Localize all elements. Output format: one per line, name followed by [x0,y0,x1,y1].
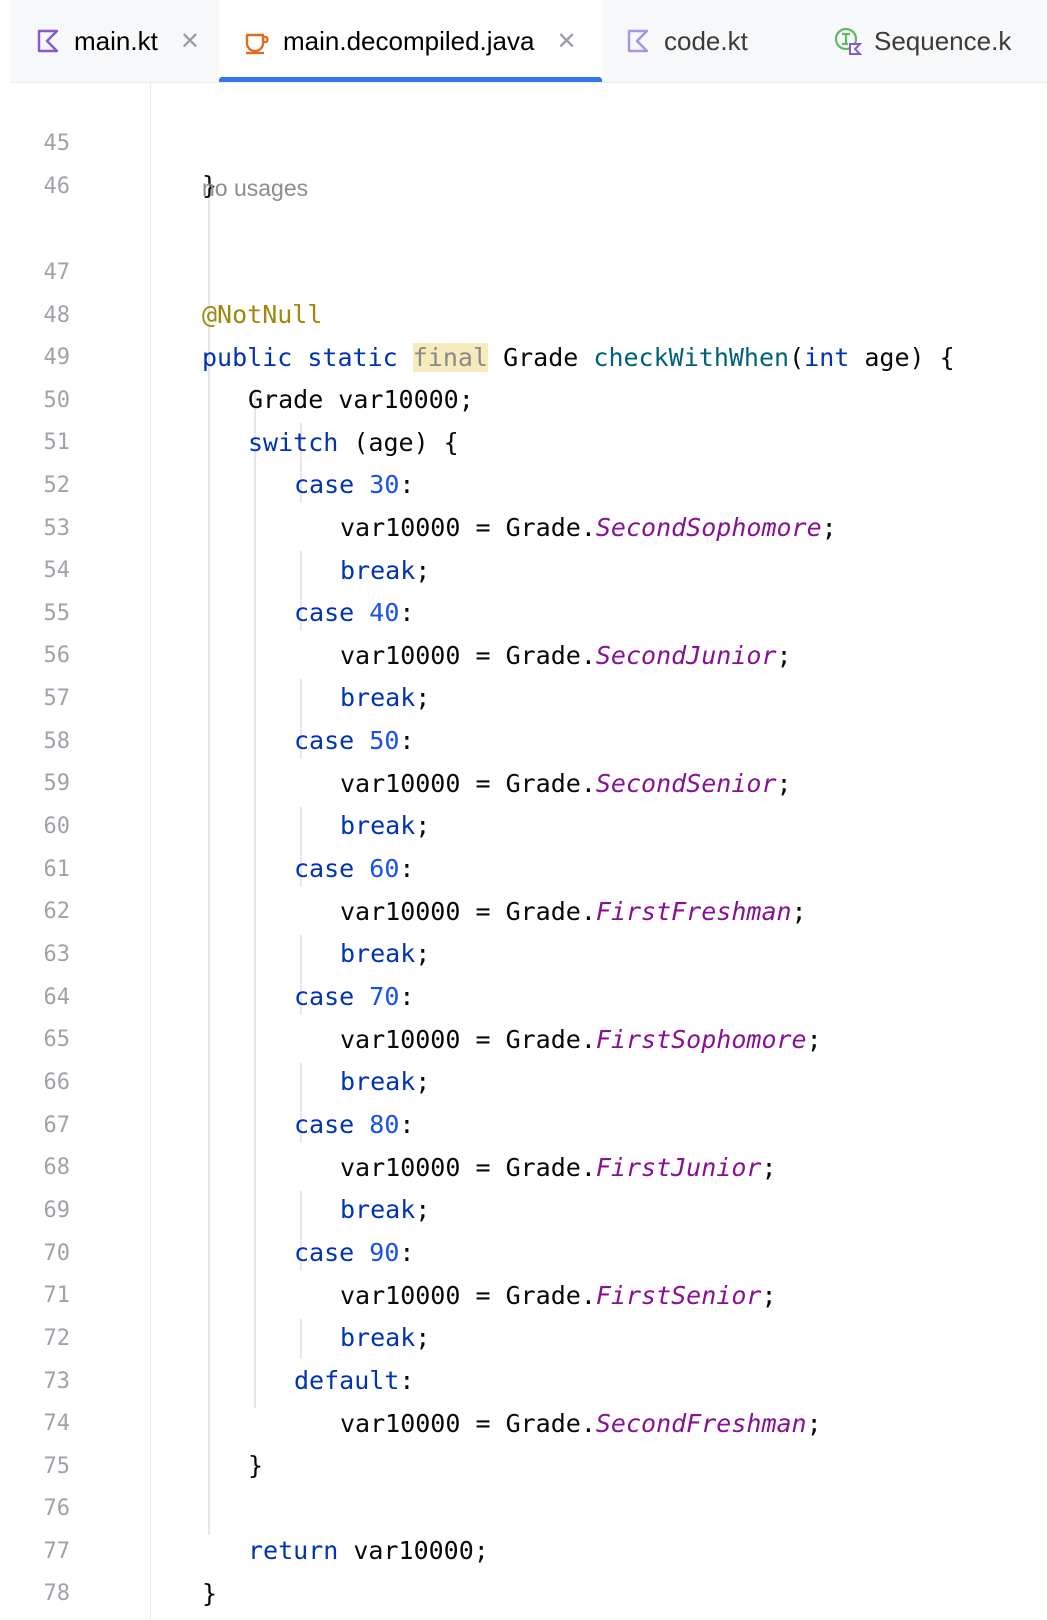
tab-main-decompiled-java[interactable]: main.decompiled.java ✕ [219,0,602,82]
code-line: 52 var10000 = Grade.SecondSophomore; [10,423,1047,542]
editor-tab-bar: main.kt ✕ main.decompiled.java ✕ code.kt [10,0,1047,83]
code-line: 65 break; [10,977,1047,1096]
tab-label: main.decompiled.java [283,25,535,56]
code-line: 45 } [10,81,1047,200]
code-line: 50 switch (age) { [10,338,1047,457]
code-line: 74 } [10,1361,1047,1480]
code-line: 60 case 60: [10,764,1047,883]
code-line: 70 var10000 = Grade.FirstSenior; [10,1191,1047,1310]
close-icon[interactable]: ✕ [556,27,576,56]
tab-label: main.kt [74,25,158,56]
code-line: 67 var10000 = Grade.FirstJunior; [10,1063,1047,1182]
tab-main-kt[interactable]: main.kt ✕ [34,0,224,82]
tab-sequence[interactable]: Sequence.k [834,0,1047,82]
code-line: 78 } [10,1531,1047,1606]
java-cup-icon [245,33,269,55]
close-icon[interactable]: ✕ [180,27,200,56]
kotlin-interface-icon [834,27,862,55]
code-line: 48 public static final Grade checkWithWh… [10,253,1047,372]
line-number: 78 [43,1581,71,1606]
code-line: 73 var10000 = Grade.SecondFreshman; [10,1319,1047,1438]
code-line: 53 break; [10,466,1047,585]
code-line: 66 case 80: [10,1020,1047,1139]
kotlin-file-icon [627,29,649,53]
code-line: 49 Grade var10000; [10,295,1047,414]
code-line: 71 break; [10,1233,1047,1352]
code-line: 59 break; [10,721,1047,840]
kotlin-file-icon [37,29,59,53]
line-number: 46 [43,174,71,199]
code-line: 54 case 40: [10,508,1047,627]
code-editor[interactable]: 45 } 46 no usages 47 @NotNull 48 public … [10,83,1047,1620]
code-line: 75 [10,1404,1047,1479]
code-line: 72 default: [10,1276,1047,1395]
code-text: } [156,1615,171,1620]
code-line: 51 case 30: [10,380,1047,499]
code-line: 63 case 70: [10,892,1047,1011]
ide-window: main.kt ✕ main.decompiled.java ✕ code.kt [10,0,1047,1620]
code-line: 46 [10,124,1047,199]
tab-label: Sequence.k [874,25,1012,56]
usages-inlay-hint[interactable]: no usages [202,167,308,209]
code-line: 64 var10000 = Grade.FirstSophomore; [10,935,1047,1054]
code-text: } [202,1579,218,1608]
code-line: 77 } [10,1489,1047,1608]
tab-code-kt[interactable]: code.kt [624,0,804,82]
code-line: 47 @NotNull [10,210,1047,329]
code-line: 57 case 50: [10,636,1047,755]
tab-label: code.kt [664,25,748,56]
code-line: 58 var10000 = Grade.SecondSenior; [10,679,1047,798]
code-line: 62 break; [10,849,1047,968]
code-line: 61 var10000 = Grade.FirstFreshman; [10,807,1047,926]
code-line: 68 break; [10,1105,1047,1224]
code-line: 55 var10000 = Grade.SecondJunior; [10,551,1047,670]
code-line: 69 case 90: [10,1148,1047,1267]
code-line: 56 break; [10,593,1047,712]
code-line: 76 return var10000; [10,1446,1047,1565]
